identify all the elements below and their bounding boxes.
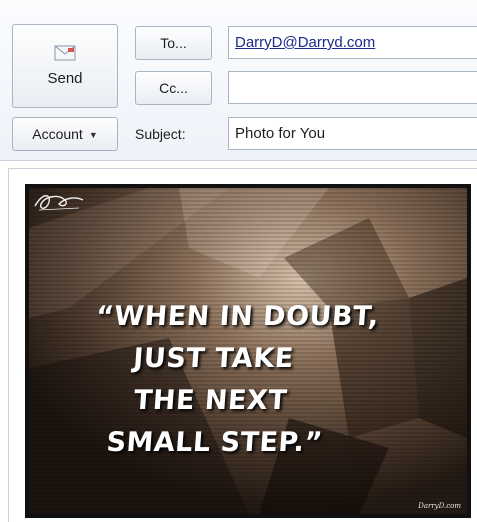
subject-field[interactable]: Photo for You xyxy=(228,117,477,150)
quote-line: JUST TAKE xyxy=(132,343,295,374)
email-compose-window: Send To... Cc... Account ▼ DarryD@Darryd.… xyxy=(0,0,477,522)
compose-header: Send To... Cc... Account ▼ DarryD@Darryd.… xyxy=(0,0,477,161)
to-field[interactable]: DarryD@Darryd.com xyxy=(228,26,477,59)
signature-logo xyxy=(34,195,84,211)
subject-label: Subject: xyxy=(135,126,186,142)
account-button[interactable]: Account ▼ xyxy=(12,117,118,151)
quote-line: THE NEXT xyxy=(132,385,289,416)
send-label: Send xyxy=(47,70,83,87)
inline-photo: “WHEN IN DOUBT, JUST TAKE THE NEXT SMALL… xyxy=(25,184,471,518)
quote-line: SMALL STEP.” xyxy=(105,427,324,458)
to-button[interactable]: To... xyxy=(135,26,212,60)
quote-line: “WHEN IN DOUBT, xyxy=(94,301,380,332)
envelope-send-icon xyxy=(54,45,76,61)
send-button[interactable]: Send xyxy=(12,24,118,108)
account-label: Account xyxy=(32,126,83,142)
signature-text: DarryD.com xyxy=(418,502,461,510)
cc-button[interactable]: Cc... xyxy=(135,71,212,105)
cc-field[interactable] xyxy=(228,71,477,104)
caret-down-icon: ▼ xyxy=(88,130,98,141)
quote-text: “WHEN IN DOUBT, JUST TAKE THE NEXT SMALL… xyxy=(29,296,467,464)
to-recipient[interactable]: DarryD@Darryd.com xyxy=(235,34,375,51)
quote-photo: “WHEN IN DOUBT, JUST TAKE THE NEXT SMALL… xyxy=(29,188,467,514)
